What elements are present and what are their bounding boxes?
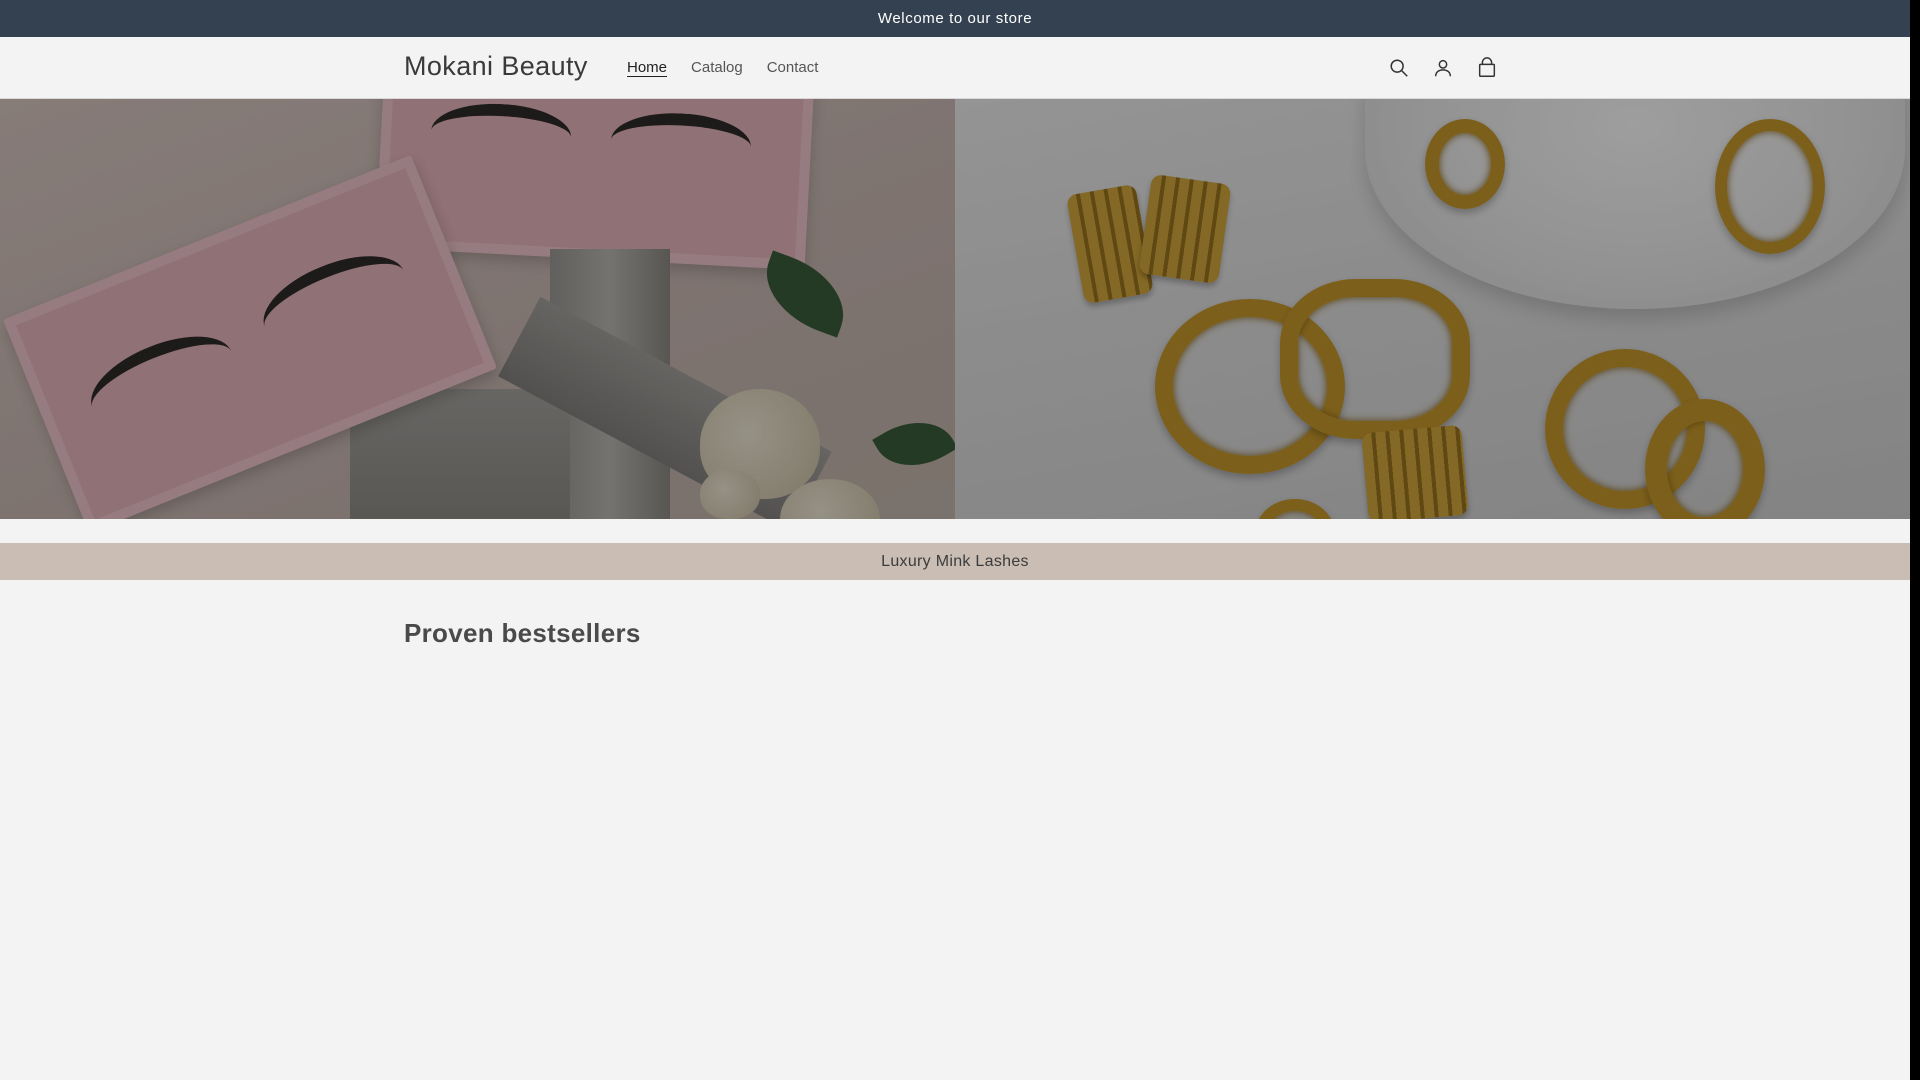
- announcement-bar: Welcome to our store: [0, 0, 1910, 37]
- lashes-image: [0, 99, 955, 519]
- header-icons: [1377, 37, 1509, 99]
- nav-contact[interactable]: Contact: [755, 37, 831, 99]
- hero-banner: [0, 99, 1910, 519]
- promo-band: Luxury Mink Lashes: [0, 543, 1910, 580]
- site-header: Mokani Beauty Home Catalog Contact: [0, 37, 1910, 99]
- promo-band-text: Luxury Mink Lashes: [881, 552, 1029, 570]
- earrings-image: [955, 99, 1910, 519]
- account-icon[interactable]: [1421, 46, 1465, 90]
- store-logo[interactable]: Mokani Beauty: [404, 51, 588, 82]
- nav-home[interactable]: Home: [615, 37, 679, 99]
- nav-catalog[interactable]: Catalog: [679, 37, 755, 99]
- main-nav: Home Catalog Contact: [615, 37, 830, 99]
- scrollbar[interactable]: [1910, 0, 1920, 1080]
- search-icon[interactable]: [1377, 46, 1421, 90]
- cart-icon[interactable]: [1465, 46, 1509, 90]
- announcement-text: Welcome to our store: [877, 10, 1033, 27]
- page: Welcome to our store Mokani Beauty Home …: [0, 0, 1910, 1080]
- section-title: Proven bestsellers: [404, 618, 641, 648]
